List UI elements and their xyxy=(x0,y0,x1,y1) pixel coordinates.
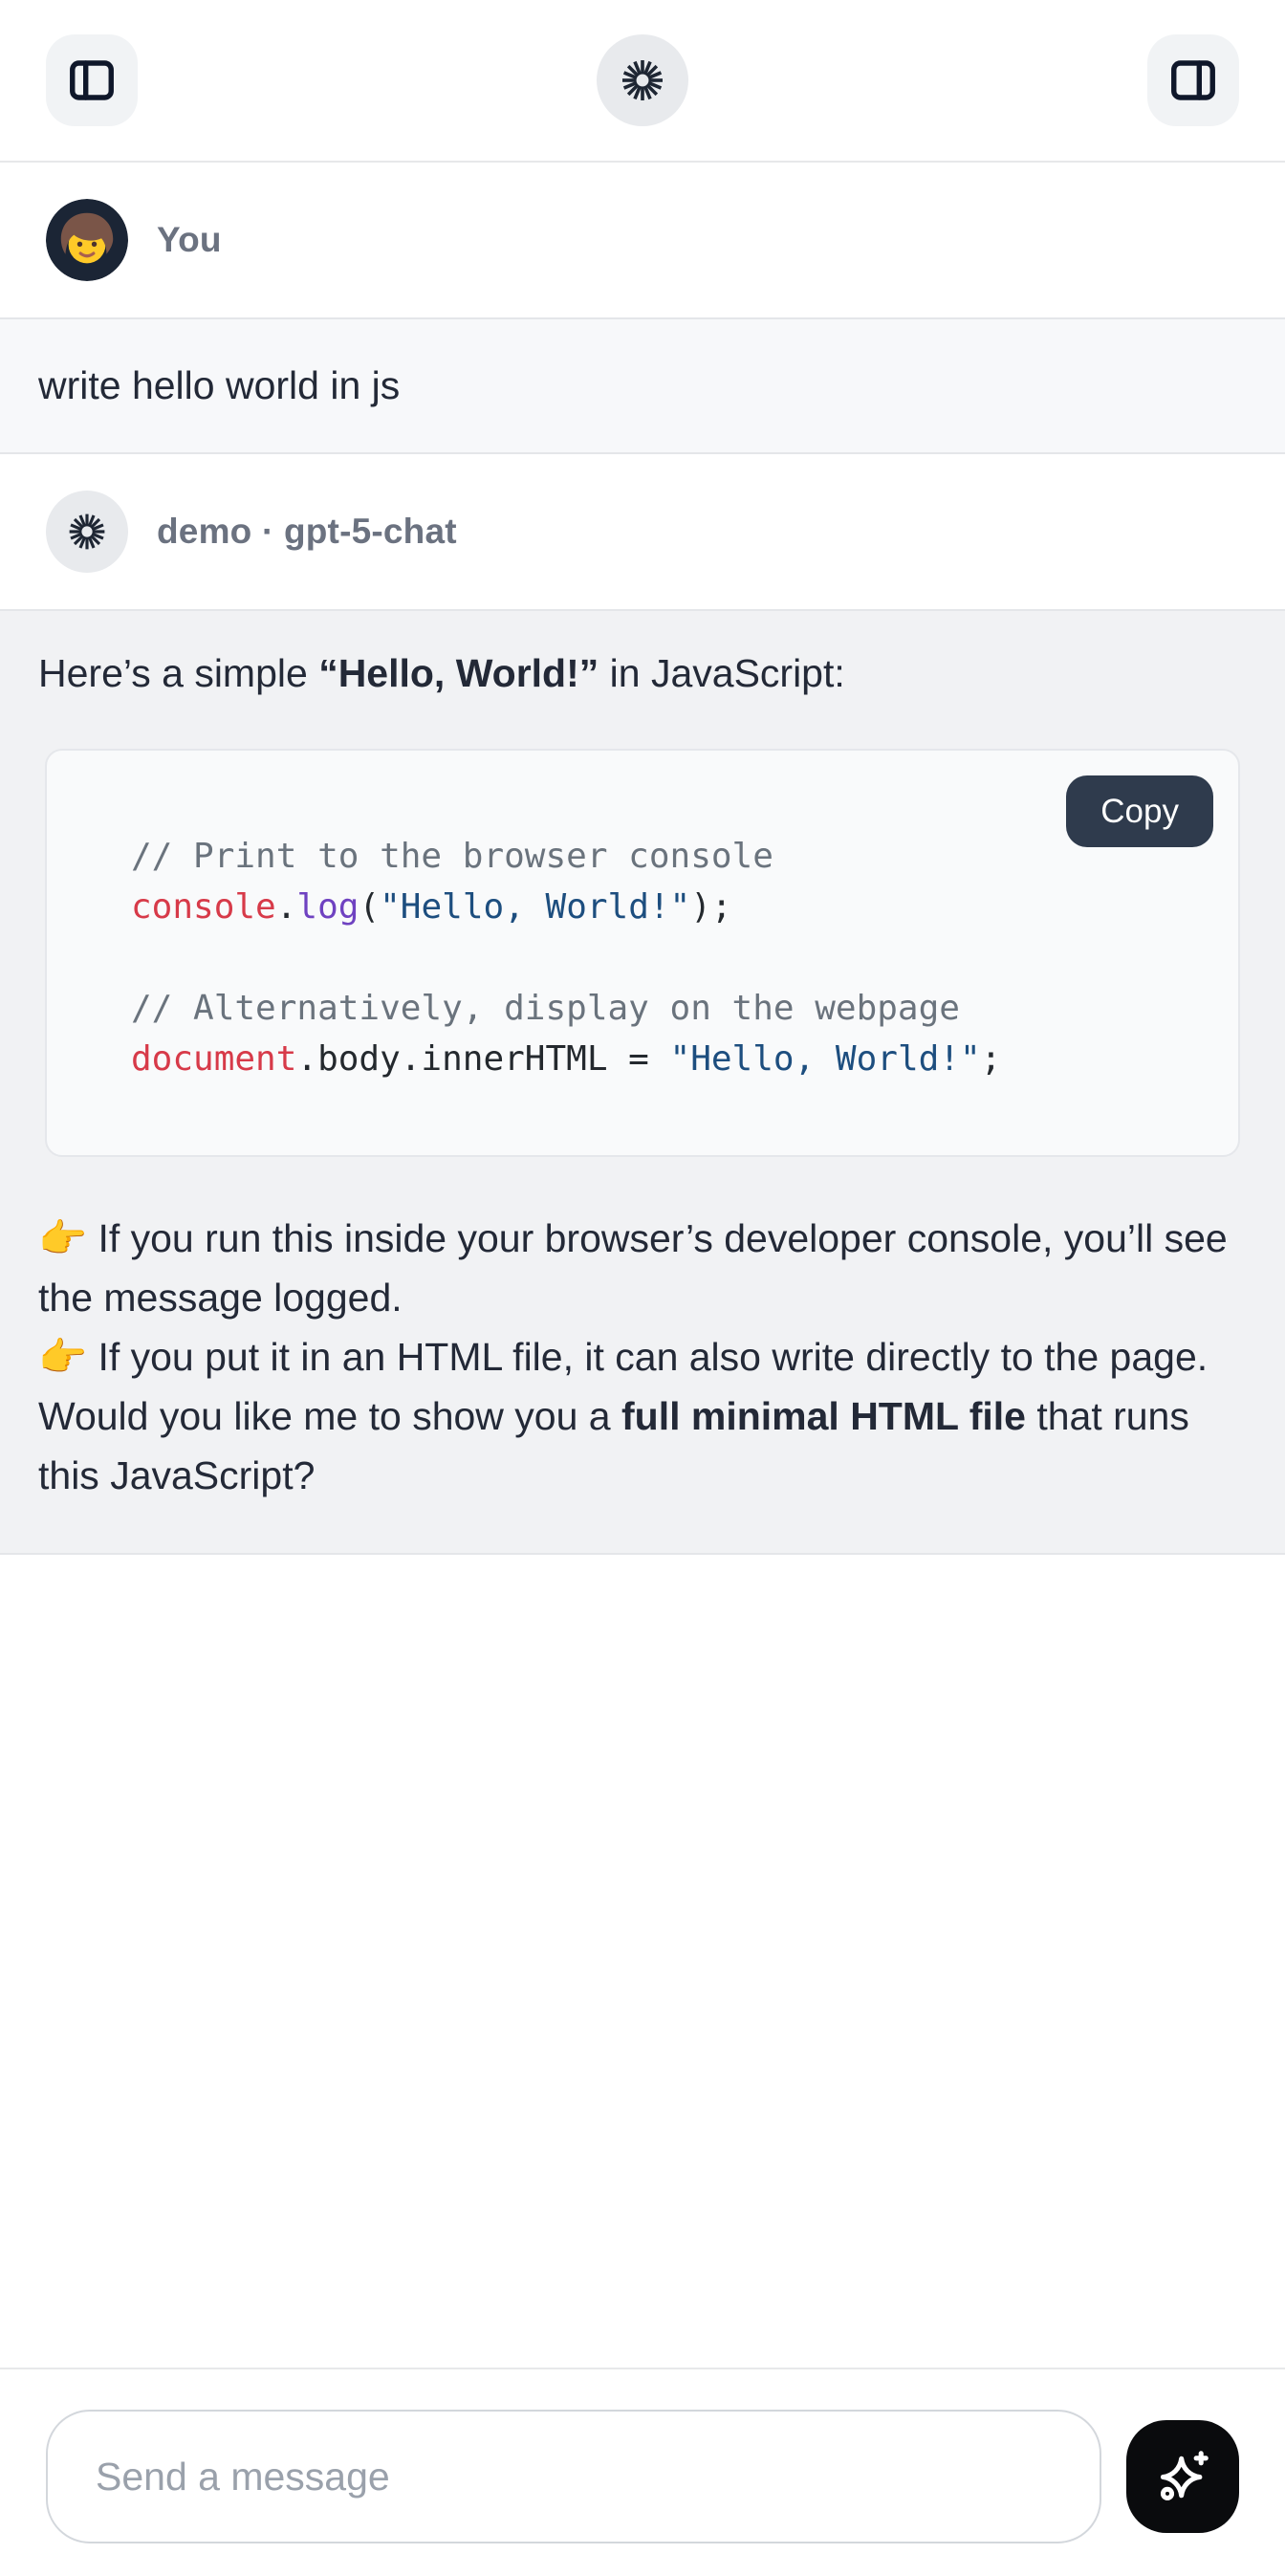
starburst-icon xyxy=(620,57,665,103)
assistant-sender-name: demo · gpt-5-chat xyxy=(157,512,457,552)
intro-bold-text: “Hello, World!” xyxy=(318,651,599,695)
assistant-intro-paragraph: Here’s a simple “Hello, World!” in JavaS… xyxy=(38,644,1247,703)
code-token: "Hello, World!" xyxy=(670,1039,981,1079)
code-line: // Alternatively, display on the webpage xyxy=(131,983,1209,1034)
assistant-sender-row: demo · gpt-5-chat xyxy=(0,454,1285,609)
code-line: // Print to the browser console xyxy=(131,831,1209,882)
code-block: Copy // Print to the browser console cons… xyxy=(45,749,1240,1157)
intro-text-after: in JavaScript: xyxy=(599,651,845,695)
pointing-finger-emoji: 👉 xyxy=(38,1216,98,1260)
code-token: ( xyxy=(359,887,380,927)
code-body: // Print to the browser console console.l… xyxy=(47,751,1238,1155)
code-line xyxy=(131,932,1209,983)
user-avatar xyxy=(46,199,128,281)
assistant-message-bubble: Here’s a simple “Hello, World!” in JavaS… xyxy=(0,609,1285,1555)
user-sender-row: You xyxy=(0,163,1285,317)
code-token: .body.innerHTML = xyxy=(296,1039,669,1079)
pointer-paragraphs: 👉 If you run this inside your browser’s … xyxy=(38,1209,1247,1386)
assistant-paragraph: 👉 If you run this inside your browser’s … xyxy=(38,1209,1247,1327)
code-token: ; xyxy=(981,1039,1002,1079)
pointing-finger-emoji: 👉 xyxy=(38,1335,98,1379)
question-text: Would you like me to show you a xyxy=(38,1394,621,1438)
assistant-avatar xyxy=(46,491,128,573)
sidebar-toggle-button[interactable] xyxy=(46,34,138,126)
chat-empty-space xyxy=(0,1555,1285,2368)
user-message-text: write hello world in js xyxy=(38,363,400,407)
copy-code-button[interactable]: Copy xyxy=(1066,775,1213,847)
code-token: . xyxy=(276,887,297,927)
code-line: document.body.innerHTML = "Hello, World!… xyxy=(131,1034,1209,1084)
panel-right-icon xyxy=(1167,55,1219,106)
assistant-paragraph: 👉 If you put it in an HTML file, it can … xyxy=(38,1327,1247,1386)
intro-text: Here’s a simple xyxy=(38,651,318,695)
model-logo-button[interactable] xyxy=(597,34,688,126)
code-token: log xyxy=(296,887,359,927)
assistant-question-paragraph: Would you like me to show you a full min… xyxy=(38,1386,1247,1505)
code-token: // Alternatively, display on the webpage xyxy=(131,989,960,1028)
top-bar xyxy=(0,0,1285,163)
code-token: console xyxy=(131,887,276,927)
panel-left-icon xyxy=(66,55,118,106)
code-token: "Hello, World!" xyxy=(380,887,690,927)
message-input[interactable] xyxy=(46,2410,1101,2543)
starburst-icon xyxy=(67,512,107,552)
composer-bar xyxy=(0,2368,1285,2576)
code-line: console.log("Hello, World!"); xyxy=(131,882,1209,932)
right-panel-toggle-button[interactable] xyxy=(1147,34,1239,126)
code-token: // Print to the browser console xyxy=(131,837,773,876)
user-sender-name: You xyxy=(157,220,222,260)
code-token: ); xyxy=(690,887,731,927)
question-bold-text: full minimal HTML file xyxy=(621,1394,1026,1438)
code-token: document xyxy=(131,1039,296,1079)
person-emoji-icon xyxy=(46,199,128,281)
send-button[interactable] xyxy=(1126,2420,1239,2533)
user-message-bubble: write hello world in js xyxy=(0,317,1285,454)
ai-sparkle-icon xyxy=(1152,2446,1213,2507)
